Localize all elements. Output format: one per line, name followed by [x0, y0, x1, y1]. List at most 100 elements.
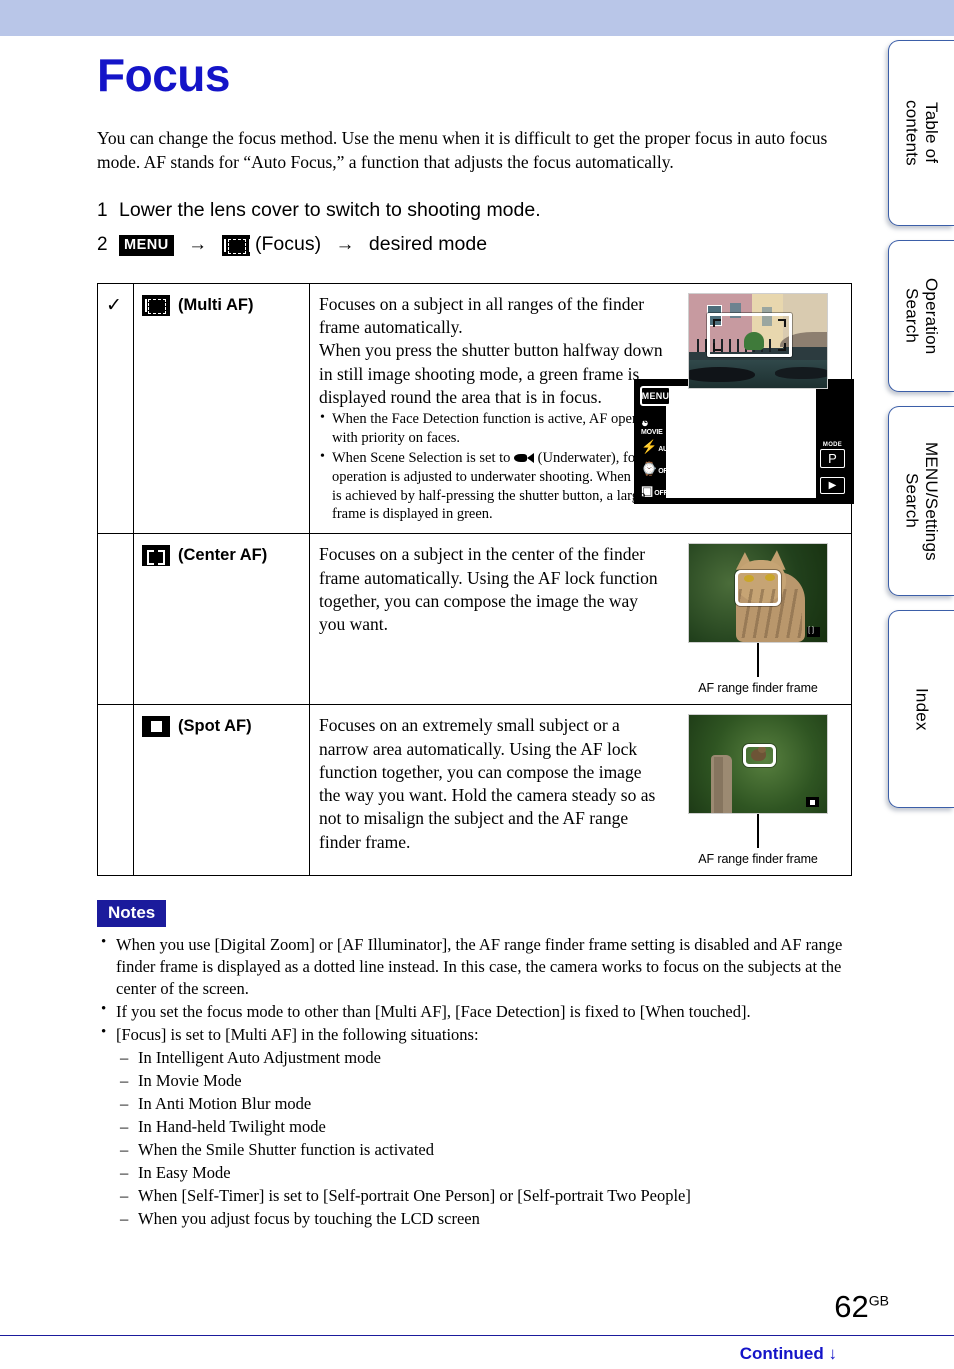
row-3-name-label: (Spot AF) — [178, 717, 252, 736]
note-sub-item-2: In Movie Mode — [116, 1070, 857, 1092]
note-sub-item-4: In Hand-held Twilight mode — [116, 1116, 857, 1138]
row-3-leader-line — [757, 814, 759, 849]
row-2-desc-wrap: Focuses on a subject in the center of th… — [310, 534, 851, 704]
page-content: Focus You can change the focus method. U… — [97, 36, 857, 1231]
footer-divider — [0, 1335, 954, 1336]
camera-lcd-illustration: MENU ● MOVIE ⚡ AUTO ⌚ OFF ▣ OFF MODE P ▶ — [634, 378, 854, 504]
note-sub-item-5: When the Smile Shutter function is activ… — [116, 1139, 857, 1161]
af-range-finder-frame-multi — [706, 312, 793, 357]
sidebar-tab-table-of-contents[interactable]: Table of contents — [888, 40, 954, 226]
row-2-desc-text: Focuses on a subject in the center of th… — [319, 543, 667, 695]
note-sub-item-8: When you adjust focus by touching the LC… — [116, 1208, 857, 1230]
row-2-name: (Center AF) — [134, 534, 309, 576]
center-af-icon — [142, 545, 170, 567]
bird-on-post-photo — [688, 714, 828, 815]
row-1-para-2: When you press the shutter button halfwa… — [319, 340, 663, 407]
row-2-desc-cell: Focuses on a subject in the center of th… — [309, 533, 852, 706]
row-1-bullet-1: When the Face Detection function is acti… — [319, 409, 667, 448]
desired-mode-label: desired mode — [368, 233, 488, 256]
steps-list: 1 Lower the lens cover to switch to shoo… — [97, 197, 857, 504]
af-range-finder-frame-spot — [742, 743, 776, 768]
row-1-check-cell: ✓ — [97, 282, 134, 535]
row-3-name-cell: (Spot AF) — [133, 704, 310, 877]
lcd-mode-indicator[interactable]: MODE P — [820, 442, 845, 468]
focus-modes-table: ✓ (Multi AF) Focuses on a subject in all… — [97, 282, 852, 877]
sidebar-tab-toc-label: Table of contents — [902, 100, 942, 166]
row-2-figure: AF range finder frame — [673, 543, 843, 695]
row-1-desc-text: Focuses on a subject in all ranges of th… — [319, 293, 667, 524]
row-3-check-cell — [97, 704, 134, 877]
multi-af-icon — [142, 294, 172, 316]
note-sub-item-7: When [Self-Timer] is set to [Self-portra… — [116, 1185, 857, 1207]
table-row-center-af: (Center AF) Focuses on a subject in the … — [97, 533, 852, 706]
row-2-check-cell — [97, 533, 134, 706]
lcd-mode-value: P — [820, 448, 845, 468]
notes-heading: Notes — [97, 900, 167, 928]
row-1-name-cell: (Multi AF) — [133, 282, 310, 535]
arrow-1-icon: → — [188, 234, 208, 256]
page-footer: 62GB Continued ↓ — [0, 1273, 954, 1369]
sidebar-tab-op-label: Operation Search — [902, 277, 942, 355]
sidebar-tab-index[interactable]: Index — [888, 610, 954, 808]
notes-list: When you use [Digital Zoom] or [AF Illum… — [97, 933, 857, 1230]
page-number: 62GB — [834, 1289, 889, 1325]
cat-photo — [688, 543, 828, 644]
underwater-fish-icon — [514, 452, 535, 463]
note-item-3-text: [Focus] is set to [Multi AF] in the foll… — [116, 1025, 479, 1045]
focus-label: (Focus) — [254, 233, 322, 256]
af-corner-top-right — [778, 318, 787, 327]
continued-label: Continued ↓ — [739, 1344, 837, 1363]
intro-paragraph: You can change the focus method. Use the… — [97, 128, 828, 172]
cat-photo-center-af-badge-icon — [807, 627, 821, 638]
focus-mode-icon[interactable] — [221, 234, 252, 256]
lcd-live-view-area — [666, 385, 818, 498]
lcd-mode-label: MODE — [822, 441, 843, 448]
sidebar-tab-menu-label-wrap: MENU/Settings Search — [889, 407, 954, 595]
lcd-playback-button-icon[interactable]: ▶ — [820, 476, 845, 494]
sidebar-tab-operation-search[interactable]: Operation Search — [888, 240, 954, 392]
note-sub-item-3: In Anti Motion Blur mode — [116, 1093, 857, 1115]
sidebar-tab-toc-label-wrap: Table of contents — [889, 41, 954, 225]
row-3-para-1: Focuses on an extremely small subject or… — [319, 715, 656, 852]
sidebar-tab-index-label-wrap: Index — [889, 611, 954, 807]
step-1-number: 1 — [97, 199, 108, 221]
bird-photo-spot-af-badge-icon — [805, 797, 819, 808]
table-row-spot-af: (Spot AF) Focuses on an extremely small … — [97, 704, 852, 877]
af-range-finder-frame-center — [734, 569, 782, 607]
row-3-name: (Spot AF) — [134, 705, 309, 747]
row-2-para-1: Focuses on a subject in the center of th… — [319, 544, 658, 635]
row-3-desc-cell: Focuses on an extremely small subject or… — [309, 704, 852, 877]
note-sub-item-6: In Easy Mode — [116, 1162, 857, 1184]
row-1-bullet-2: When Scene Selection is set to (Underwat… — [319, 448, 667, 524]
sidebar-tab-menu-label: MENU/Settings Search — [902, 441, 942, 561]
note-item-2: If you set the focus mode to other than … — [97, 1000, 857, 1023]
menu-button-icon[interactable]: MENU — [119, 235, 174, 256]
note-item-3: [Focus] is set to [Multi AF] in the foll… — [97, 1023, 857, 1230]
spot-af-icon — [142, 716, 170, 738]
step-2-text: MENU → (Focus) → desired mode — [119, 233, 487, 256]
row-3-check-icon — [98, 705, 133, 717]
step-2-number: 2 — [97, 233, 108, 255]
af-corner-bottom-right — [778, 342, 787, 351]
page-title: Focus — [97, 49, 230, 101]
row-2-check-icon — [98, 534, 133, 546]
venice-gondola-2 — [774, 367, 827, 379]
default-setting-check-icon: ✓ — [106, 294, 122, 316]
row-1-name-label: (Multi AF) — [178, 295, 254, 314]
row-3-desc-wrap: Focuses on an extremely small subject or… — [310, 705, 851, 875]
step-2: 2 MENU → (Focus) → desired mode — [97, 231, 857, 259]
row-1-para-1: Focuses on a subject in all ranges of th… — [319, 293, 645, 338]
note-sub-item-1: In Intelligent Auto Adjustment mode — [116, 1047, 857, 1069]
sidebar-tab-menu-settings-search[interactable]: MENU/Settings Search — [888, 406, 954, 596]
row-1-bullets: When the Face Detection function is acti… — [319, 409, 667, 524]
row-2-leader-line — [757, 643, 759, 678]
wooden-post-shadow — [713, 756, 724, 814]
lcd-menu-button-icon[interactable]: MENU — [640, 385, 671, 406]
arrow-2-icon: → — [335, 234, 355, 256]
row-2-name-cell: (Center AF) — [133, 533, 310, 706]
row-3-figure-caption: AF range finder frame — [698, 852, 818, 867]
af-corner-top-left — [712, 318, 721, 327]
row-2-figure-caption: AF range finder frame — [698, 681, 818, 696]
page-header-band — [0, 0, 954, 36]
row-1-name: (Multi AF) — [134, 284, 309, 326]
